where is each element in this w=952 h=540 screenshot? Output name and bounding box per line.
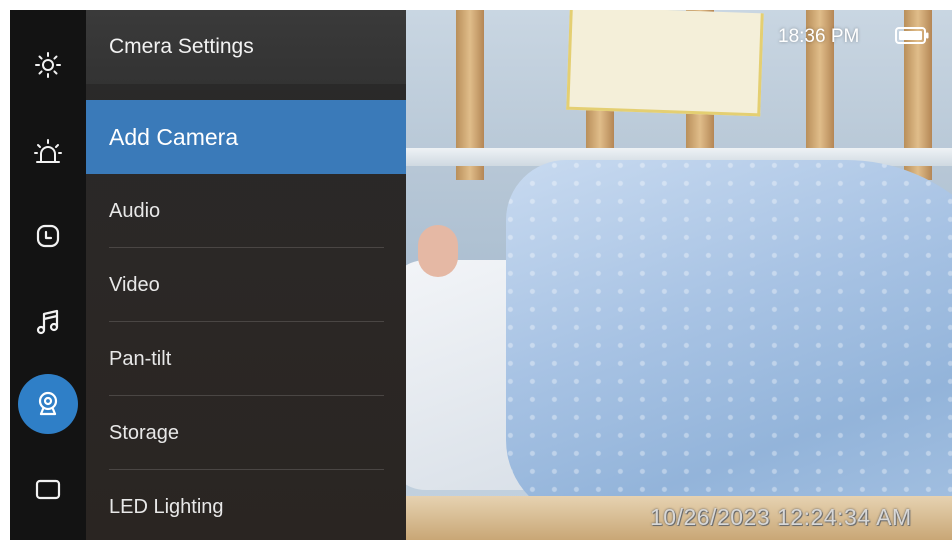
menu-item-label: Video	[109, 274, 160, 296]
camera-settings-menu: Cmera Settings Add Camera Audio Video Pa…	[86, 10, 406, 540]
music-icon[interactable]	[18, 292, 78, 352]
menu-item-video[interactable]: Video	[86, 248, 406, 322]
menu-item-label: Add Camera	[109, 124, 239, 150]
menu-title: Cmera Settings	[86, 10, 406, 84]
menu-item-add-camera[interactable]: Add Camera	[86, 100, 406, 174]
menu-item-label: Audio	[109, 200, 161, 222]
alarm-icon[interactable]	[18, 122, 78, 182]
screen-icon[interactable]	[18, 460, 78, 520]
camera-feed	[406, 10, 952, 540]
menu-item-audio[interactable]: Audio	[86, 174, 406, 248]
menu-item-storage[interactable]: Storage	[86, 396, 406, 470]
status-time: 18:36 PM	[778, 26, 860, 47]
recording-timestamp: 10/26/2023 12:24:34 AM	[650, 504, 912, 530]
baby-blanket	[506, 160, 952, 520]
device-screen: Cmera Settings Add Camera Audio Video Pa…	[10, 10, 952, 540]
brightness-icon[interactable]	[18, 34, 78, 94]
baby-hand	[418, 225, 458, 277]
icon-sidebar	[10, 10, 86, 540]
menu-item-led-lighting[interactable]: LED Lighting	[86, 470, 406, 540]
menu-item-label: LED Lighting	[109, 496, 224, 518]
wall-paper	[566, 10, 764, 117]
menu-item-label: Storage	[109, 422, 180, 444]
clock-icon[interactable]	[18, 206, 78, 266]
menu-item-label: Pan-tilt	[109, 348, 172, 370]
battery-icon	[895, 27, 929, 44]
menu-item-pan-tilt[interactable]: Pan-tilt	[86, 322, 406, 396]
camera-icon[interactable]	[18, 374, 78, 434]
